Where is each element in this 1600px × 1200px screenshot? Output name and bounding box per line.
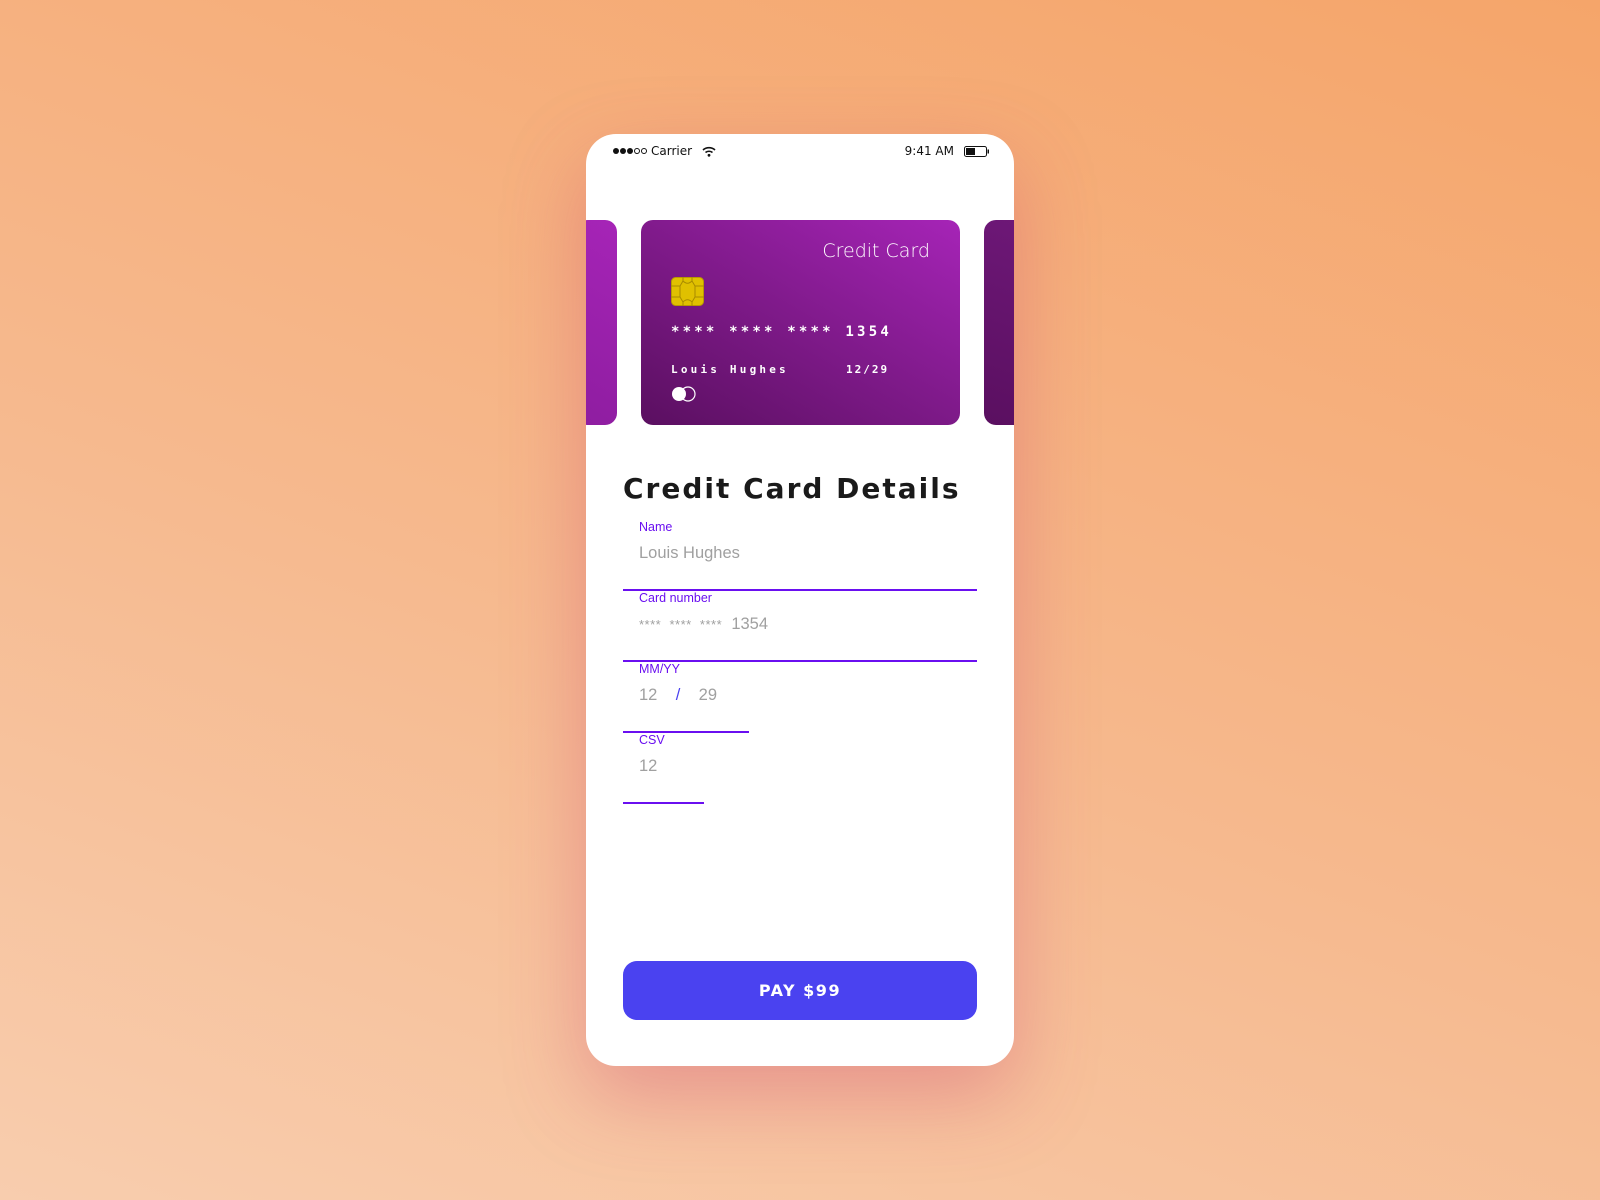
masked-digits: **** **** **** — [639, 617, 723, 632]
expiry-year[interactable]: 29 — [699, 686, 717, 704]
chip-icon — [671, 277, 704, 306]
last-four-digits: 1354 — [731, 615, 769, 633]
signal-dots-icon — [613, 148, 647, 154]
card-logo-icon — [672, 386, 696, 402]
csv-label: CSV — [639, 733, 665, 747]
card-number-input[interactable]: **** **** **** 1354 — [639, 615, 768, 634]
name-label: Name — [639, 520, 673, 534]
next-card[interactable] — [984, 220, 1014, 425]
card-number-field[interactable]: Card number **** **** **** 1354 — [623, 591, 977, 662]
expiry-input[interactable]: 12 / 29 — [639, 686, 717, 705]
status-bar: Carrier 9:41 AM — [586, 143, 1014, 161]
card-holder: Louis Hughes — [671, 363, 789, 376]
expiry-field[interactable]: MM/YY 12 / 29 — [623, 662, 749, 733]
credit-card[interactable]: Credit Card **** **** **** 1354 Louis Hu… — [641, 220, 960, 425]
time-label: 9:41 AM — [904, 144, 954, 158]
name-input[interactable]: Louis Hughes — [639, 544, 740, 563]
csv-field[interactable]: CSV 12 — [623, 733, 704, 804]
card-expiry: 12/29 — [846, 363, 890, 376]
expiry-month[interactable]: 12 — [639, 686, 657, 704]
card-number-label: Card number — [639, 591, 712, 605]
battery-icon — [964, 145, 989, 157]
card-number: **** **** **** 1354 — [671, 324, 892, 340]
expiry-label: MM/YY — [639, 662, 680, 676]
wifi-icon — [702, 146, 716, 157]
card-title: Credit Card — [822, 240, 930, 262]
expiry-separator: / — [675, 686, 681, 704]
pay-button[interactable]: PAY $99 — [623, 961, 977, 1020]
name-field[interactable]: Name Louis Hughes — [623, 520, 977, 591]
phone-screen: Carrier 9:41 AM Credit Card **** **** **… — [586, 134, 1014, 1066]
csv-input[interactable]: 12 — [639, 757, 657, 776]
page-title: Credit Card Details — [623, 472, 961, 505]
previous-card[interactable] — [586, 220, 617, 425]
carrier-label: Carrier — [651, 144, 693, 158]
